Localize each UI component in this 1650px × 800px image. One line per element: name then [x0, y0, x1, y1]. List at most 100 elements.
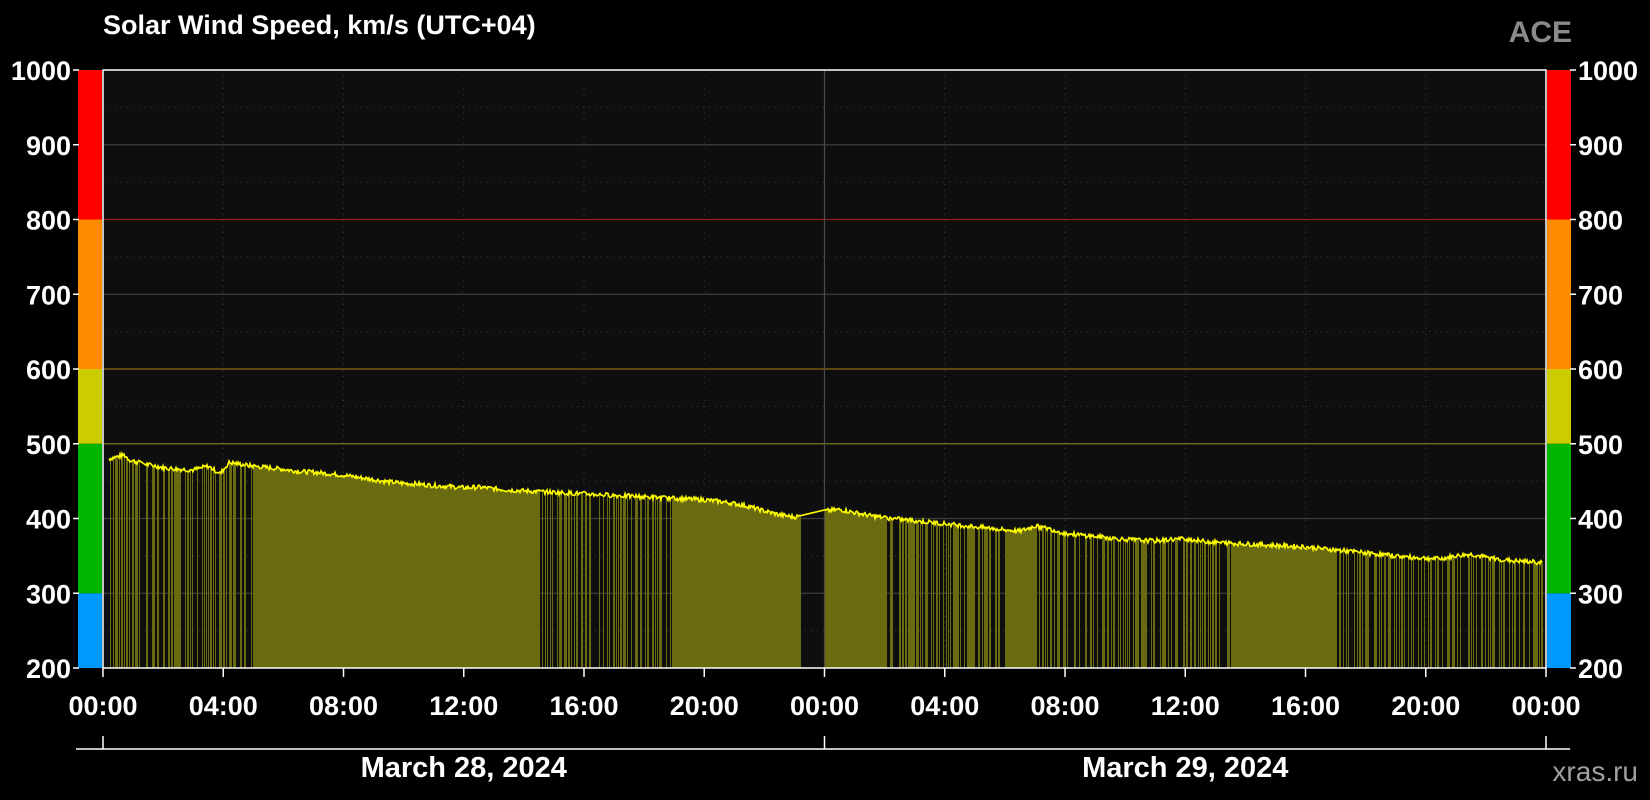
speed-bar [609, 496, 611, 668]
speed-bar [1539, 561, 1541, 668]
speed-bar [990, 529, 992, 668]
speed-bar [701, 497, 703, 668]
speed-bar [408, 485, 410, 668]
speed-bar [354, 476, 356, 668]
speed-bar [1454, 557, 1456, 668]
speed-bar [778, 516, 780, 668]
speed-bar [833, 510, 835, 668]
speed-bar [1401, 556, 1403, 668]
speed-bar [1228, 542, 1230, 668]
speed-bar [709, 499, 711, 668]
speed-bar [538, 490, 540, 668]
speed-bar [1303, 545, 1305, 668]
speed-bar [1482, 554, 1484, 668]
speed-bar [251, 466, 253, 668]
speed-bar [1509, 558, 1511, 668]
speed-bar [1034, 527, 1036, 668]
speed-bar [568, 495, 570, 668]
speed-bar [533, 492, 535, 668]
speed-bar [682, 496, 684, 668]
speed-bar [213, 469, 215, 668]
speed-bar [286, 470, 288, 668]
speed-bar [845, 512, 847, 668]
speed-bar [172, 468, 174, 668]
speed-bar [1162, 540, 1164, 668]
speed-bar [343, 475, 345, 668]
speed-bar [504, 490, 506, 668]
speed-bar [278, 467, 280, 668]
speed-bar [652, 495, 654, 668]
speed-bar [765, 512, 767, 668]
speed-bar [373, 481, 375, 668]
speed-bar [434, 486, 436, 668]
speed-bar [429, 483, 431, 668]
speed-bar [477, 488, 479, 668]
speed-bar [476, 488, 478, 668]
speed-bar [561, 493, 563, 668]
speed-bar [1254, 543, 1256, 668]
speed-bar [188, 471, 190, 668]
speed-bar [231, 463, 233, 668]
speed-bar [681, 500, 683, 668]
speed-bar [916, 520, 918, 668]
speed-bar [1340, 549, 1342, 668]
speed-bar [285, 470, 287, 668]
speed-bar [1160, 542, 1162, 668]
speed-bar [621, 496, 623, 668]
speed-bar [673, 496, 675, 668]
speed-bar [1328, 550, 1330, 668]
speed-bar [678, 500, 680, 668]
speed-bar [1305, 548, 1307, 668]
speed-bar [310, 470, 312, 668]
speed-bar [798, 516, 800, 668]
speed-bar [273, 469, 275, 668]
speed-bar [851, 511, 853, 668]
speed-bar [352, 477, 354, 668]
speed-bar [902, 518, 904, 668]
speed-bar [707, 498, 709, 668]
x-tick-label: 12:00 [1151, 691, 1220, 721]
speed-bar [720, 500, 722, 668]
speed-bar [180, 469, 182, 668]
speed-bar [1265, 545, 1267, 668]
speed-bar [955, 523, 957, 668]
speed-bar [502, 490, 504, 668]
speed-bar [422, 483, 424, 668]
speed-bar [1118, 540, 1120, 668]
speed-bar [1300, 548, 1302, 668]
y-tick-label-left: 800 [26, 206, 71, 236]
speed-bar [500, 489, 502, 668]
speed-bar [133, 460, 135, 668]
speed-bar [211, 467, 213, 668]
speed-bar [1250, 546, 1252, 668]
speed-bar [800, 515, 802, 668]
speed-bar [326, 475, 328, 668]
x-tick-label: 04:00 [189, 691, 258, 721]
speed-bar [1362, 552, 1364, 668]
speed-bar [531, 491, 533, 668]
speed-bar [1294, 544, 1296, 668]
speed-bar [693, 498, 695, 668]
x-tick-label: 12:00 [429, 691, 498, 721]
speed-bar [398, 481, 400, 668]
speed-bar [755, 510, 757, 668]
speed-bar [405, 483, 407, 668]
speed-bar [393, 483, 395, 668]
speed-bar [1014, 532, 1016, 668]
speed-bar [436, 487, 438, 668]
speed-bar [1251, 546, 1253, 668]
speed-bar [586, 492, 588, 668]
color-band-left [78, 443, 102, 594]
speed-bar [943, 524, 945, 668]
speed-bar [233, 461, 235, 668]
speed-bar [954, 522, 956, 668]
speed-bar [623, 497, 625, 668]
speed-bar [403, 481, 405, 668]
speed-bar [1107, 536, 1109, 668]
speed-bar [122, 453, 124, 668]
speed-bar [989, 526, 991, 668]
speed-bar [675, 499, 677, 668]
speed-bar [871, 515, 873, 668]
speed-bar [1168, 541, 1170, 668]
x-tick-label: 08:00 [309, 691, 378, 721]
